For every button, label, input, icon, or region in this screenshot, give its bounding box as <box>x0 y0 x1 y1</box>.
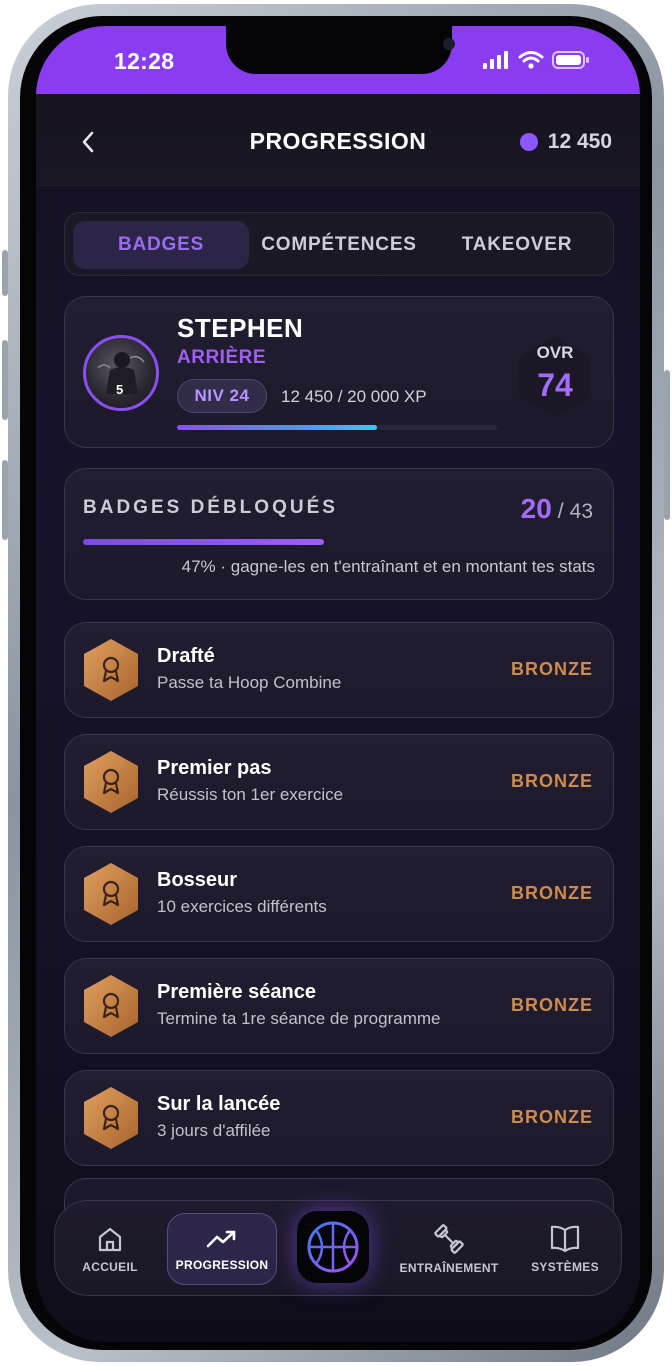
dumbbell-icon <box>434 1224 464 1254</box>
badge-tier: BRONZE <box>511 771 593 791</box>
badge-description: 3 jours d'affilée <box>157 1121 271 1140</box>
badge-description: 10 exercices différents <box>157 897 327 916</box>
phone-side-button <box>2 460 8 540</box>
home-icon <box>98 1227 122 1252</box>
unlocked-count: 20 / 43 <box>521 493 593 525</box>
unlocked-hint: 47% · gagne-les en t'entraînant et en mo… <box>181 557 595 576</box>
jersey-number: 5 <box>116 382 124 397</box>
xp-progress-fill <box>177 425 377 430</box>
camera-dot <box>443 38 455 50</box>
badge-card[interactable]: Drafté Passe ta Hoop Combine BRONZE <box>64 622 614 718</box>
trending-up-icon <box>206 1230 236 1248</box>
badge-description: Réussis ton 1er exercice <box>157 785 344 804</box>
player-silhouette-icon <box>97 352 145 394</box>
phone-side-button <box>2 250 8 296</box>
basketball-icon <box>307 1221 359 1273</box>
unlocked-total: 43 <box>569 500 593 523</box>
avatar: 5 <box>83 335 159 411</box>
badge-description: Termine ta 1re séance de programme <box>157 1009 441 1028</box>
wifi-icon <box>518 51 544 69</box>
badge-name: Première séance <box>157 981 317 1003</box>
badge-tier: BRONZE <box>511 995 593 1015</box>
badge-tier: BRONZE <box>511 1107 593 1127</box>
unlocked-progress-fill <box>83 539 324 545</box>
phone-power-button <box>664 370 670 520</box>
notch <box>226 26 455 74</box>
badge-card[interactable]: Première séance Termine ta 1re séance de … <box>64 958 614 1054</box>
status-time: 12:28 <box>114 48 175 74</box>
badge-name: Premier pas <box>157 757 272 779</box>
bottom-nav: ACCUEIL PROGRESSION ENTRAÎNEMENT SYSTÈME… <box>54 1200 622 1296</box>
badge-card[interactable]: Sur la lancée 3 jours d'affilée BRONZE <box>64 1070 614 1166</box>
signal-icon <box>483 51 508 69</box>
player-position: ARRIÈRE <box>177 347 267 368</box>
coin-count: 12 450 <box>547 130 612 153</box>
nav-label: PROGRESSION <box>175 1258 269 1272</box>
nav-label: ENTRAÎNEMENT <box>399 1261 499 1275</box>
badge-description: Passe ta Hoop Combine <box>157 673 342 692</box>
badge-name: Sur la lancée <box>157 1093 281 1115</box>
xp-text: 12 450 / 20 000 XP <box>281 387 427 406</box>
tab-takeover[interactable]: TAKEOVER <box>429 221 605 269</box>
badge-name: Bosseur <box>157 869 238 891</box>
ovr-value: 74 <box>537 367 573 403</box>
coin-icon <box>519 133 538 151</box>
badge-tier: BRONZE <box>511 659 593 679</box>
badge-name: Drafté <box>157 645 215 667</box>
header: PROGRESSION 12 450 <box>36 94 640 186</box>
coin-balance: 12 450 <box>519 130 612 154</box>
unlocked-slash: / <box>557 500 564 523</box>
status-bar: 12:28 <box>36 26 640 94</box>
badge-card[interactable]: Bosseur 10 exercices différents BRONZE <box>64 846 614 942</box>
badge-medal-icon <box>84 975 138 1037</box>
badge-tier: BRONZE <box>511 883 593 903</box>
nav-label: SYSTÈMES <box>531 1260 599 1274</box>
book-icon <box>550 1225 580 1253</box>
player-card[interactable]: 5 STEPHEN ARRIÈRE NIV 24 12 450 / 20 000… <box>64 296 614 448</box>
status-icons <box>482 50 590 70</box>
nav-item-accueil[interactable]: ACCUEIL <box>65 1213 155 1285</box>
nav-center-button[interactable] <box>297 1211 369 1283</box>
unlocked-badges-card: BADGES DÉBLOQUÉS 20 / 43 47% · gagne-les… <box>64 468 614 600</box>
unlocked-progress-bar <box>83 539 595 545</box>
badge-medal-icon <box>84 639 138 701</box>
player-name: STEPHEN <box>177 313 304 343</box>
nav-item-entrainement[interactable]: ENTRAÎNEMENT <box>391 1213 507 1285</box>
tab-badges[interactable]: BADGES <box>73 221 249 269</box>
badge-card[interactable]: Premier pas Réussis ton 1er exercice BRONZ… <box>64 734 614 830</box>
phone-side-button <box>2 340 8 420</box>
nav-item-systemes[interactable]: SYSTÈMES <box>517 1213 613 1285</box>
badge-medal-icon <box>84 751 138 813</box>
nav-item-progression[interactable]: PROGRESSION <box>167 1213 277 1285</box>
level-badge: NIV 24 <box>177 379 267 413</box>
tab-competences[interactable]: COMPÉTENCES <box>251 221 427 269</box>
unlocked-title: BADGES DÉBLOQUÉS <box>83 497 338 518</box>
badge-medal-icon <box>84 863 138 925</box>
unlocked-number: 20 <box>520 493 552 524</box>
nav-label: ACCUEIL <box>82 1260 138 1274</box>
screen: 12:28 PROGRESSION 12 450 BADGES COMPÉTEN… <box>36 26 640 1342</box>
battery-icon <box>552 51 589 69</box>
tab-bar: BADGES COMPÉTENCES TAKEOVER <box>64 212 614 276</box>
ovr-label: OVR <box>536 343 574 362</box>
badge-medal-icon <box>84 1087 138 1149</box>
xp-progress-bar <box>177 425 497 430</box>
